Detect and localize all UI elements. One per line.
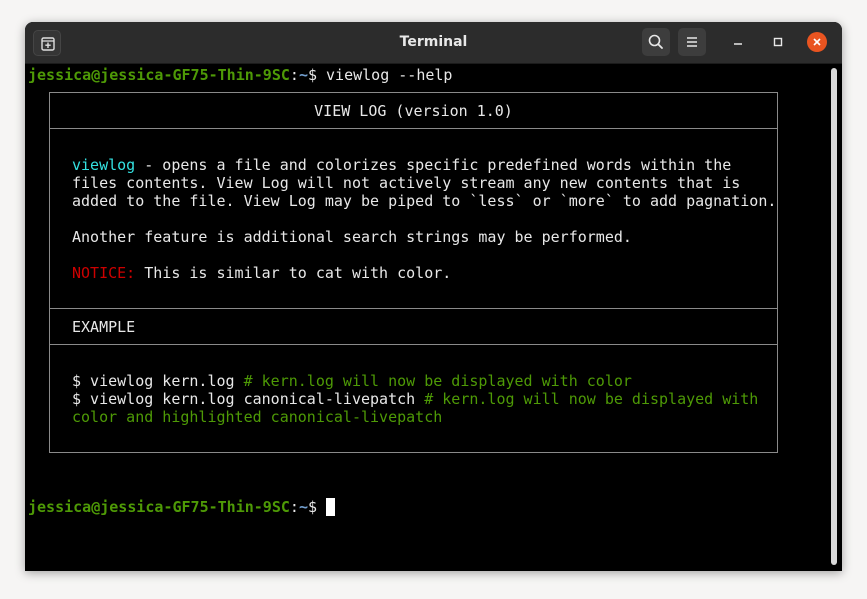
prompt-separator: : [289, 66, 299, 84]
close-icon [813, 38, 821, 46]
example-line-2-continued: color and highlighted canonical-livepatc… [72, 408, 443, 426]
maximize-icon [773, 37, 783, 47]
notice-label: NOTICE: [72, 264, 136, 282]
description-line-3: added to the file. View Log may be piped… [72, 192, 777, 210]
terminal-output[interactable]: jessica@jessica-GF75-Thin-9SC:~$ viewlog… [25, 65, 842, 571]
scrollbar[interactable] [831, 68, 837, 565]
menu-button[interactable] [678, 28, 706, 56]
title-bar: Terminal [25, 22, 842, 64]
hamburger-menu-icon [687, 37, 697, 47]
notice-text: This is similar to cat with color. [135, 264, 452, 282]
example-header: EXAMPLE [72, 318, 136, 336]
example-comment: # kern.log will now be displayed with [424, 390, 759, 408]
divider [50, 344, 777, 345]
prompt-line-command: jessica@jessica-GF75-Thin-9SC:~$ viewlog… [28, 66, 452, 84]
prompt-user-host: jessica@jessica-GF75-Thin-9SC [28, 66, 290, 84]
command-name: viewlog [72, 156, 136, 174]
prompt-line-current: jessica@jessica-GF75-Thin-9SC:~$ [28, 498, 336, 516]
prompt-separator: : [289, 498, 299, 516]
divider [50, 308, 777, 309]
minimize-button[interactable] [728, 32, 748, 52]
description-text: - opens a file and colorizes specific pr… [135, 156, 732, 174]
example-line-2: $ viewlog kern.log canonical-livepatch #… [72, 390, 758, 408]
divider [50, 128, 777, 129]
help-box: VIEW LOG (version 1.0) viewlog - opens a… [49, 92, 778, 453]
search-icon [648, 34, 663, 49]
notice-line: NOTICE: This is similar to cat with colo… [72, 264, 451, 282]
prompt-path: ~ [298, 498, 308, 516]
prompt-symbol: $ [307, 66, 327, 84]
window-title: Terminal [399, 34, 468, 50]
search-button[interactable] [642, 28, 670, 56]
prompt-path: ~ [298, 66, 308, 84]
prompt-symbol: $ [307, 498, 327, 516]
minimize-icon [734, 43, 742, 45]
terminal-window: Terminal jessica@jessica-GF75-Thin-9SC:~… [25, 22, 842, 571]
example-command: $ viewlog kern.log canonical-livepatch [72, 390, 425, 408]
text-cursor [326, 498, 336, 516]
prompt-user-host: jessica@jessica-GF75-Thin-9SC [28, 498, 290, 516]
entered-command: viewlog --help [326, 66, 453, 84]
description-line-2: files contents. View Log will not active… [72, 174, 741, 192]
maximize-button[interactable] [768, 32, 788, 52]
help-title: VIEW LOG (version 1.0) [314, 102, 513, 120]
example-line-1: $ viewlog kern.log # kern.log will now b… [72, 372, 632, 390]
example-command: $ viewlog kern.log [72, 372, 244, 390]
close-button[interactable] [807, 32, 827, 52]
description-line-1: viewlog - opens a file and colorizes spe… [72, 156, 731, 174]
feature-line: Another feature is additional search str… [72, 228, 632, 246]
example-comment: # kern.log will now be displayed with co… [243, 372, 632, 390]
